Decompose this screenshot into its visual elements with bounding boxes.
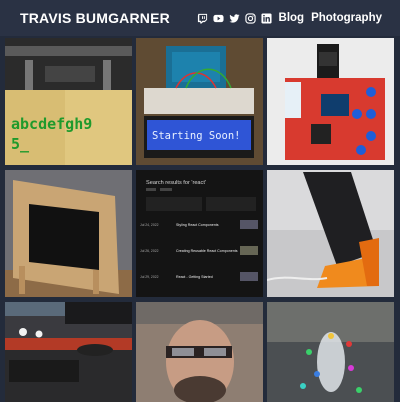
result-3-date: Jul 29, 2022 <box>140 275 159 279</box>
site-title[interactable]: TRAVIS BUMGARNER <box>20 10 170 26</box>
gallery-tile-plotter[interactable]: abcdefgh9 5_ <box>5 38 132 165</box>
result-3-title: React - Getting Started <box>176 275 213 279</box>
gallery-tile-led-tree[interactable] <box>267 302 394 402</box>
gallery-tile-pixel-portrait[interactable] <box>136 302 263 402</box>
youtube-icon[interactable] <box>212 13 224 24</box>
instagram-icon[interactable] <box>244 12 256 24</box>
search-screenshot: Search results for 'react' Jul 24, 2022 … <box>136 170 263 297</box>
result-1-date: Jul 24, 2022 <box>140 223 159 227</box>
gallery-tile-pcb[interactable] <box>267 38 394 165</box>
gallery-tile-phone-stand[interactable] <box>267 170 394 297</box>
header-nav: Blog Photography <box>197 12 382 24</box>
twitch-icon[interactable] <box>197 13 208 24</box>
result-1-title: Styling React Components <box>176 223 219 227</box>
gallery-tile-desk-setup[interactable] <box>5 302 132 402</box>
pixel-portrait-photo <box>136 302 263 402</box>
printed-text-line-1: abcdefgh9 <box>11 115 92 133</box>
gallery-tile-search-screenshot[interactable]: Search results for 'react' Jul 24, 2022 … <box>136 170 263 297</box>
gallery-tile-wood-frame[interactable] <box>5 170 132 297</box>
phone-stand-photo <box>267 170 394 297</box>
lcd-photo: Starting Soon! <box>136 38 263 165</box>
search-results-heading: Search results for 'react' <box>146 180 206 186</box>
printed-text-line-2: 5_ <box>11 135 30 153</box>
led-tree-photo <box>267 302 394 402</box>
plotter-photo: abcdefgh9 5_ <box>5 38 132 165</box>
nav-photography-link[interactable]: Photography <box>311 12 382 24</box>
nav-blog-link[interactable]: Blog <box>279 12 305 24</box>
project-gallery-grid: abcdefgh9 5_ Starting Soon! Search resul… <box>5 38 394 402</box>
linkedin-icon[interactable] <box>260 12 272 24</box>
wood-frame-photo <box>5 170 132 297</box>
site-header: TRAVIS BUMGARNER Blog Photography <box>0 0 400 36</box>
lcd-screen-text: Starting Soon! <box>152 130 241 142</box>
result-2-title: Creating Reusable React Components <box>176 249 238 253</box>
result-2-date: Jul 26, 2022 <box>140 249 159 253</box>
desk-setup-photo <box>5 302 132 402</box>
gallery-tile-lcd[interactable]: Starting Soon! <box>136 38 263 165</box>
twitter-icon[interactable] <box>228 13 240 24</box>
pcb-photo <box>267 38 394 165</box>
